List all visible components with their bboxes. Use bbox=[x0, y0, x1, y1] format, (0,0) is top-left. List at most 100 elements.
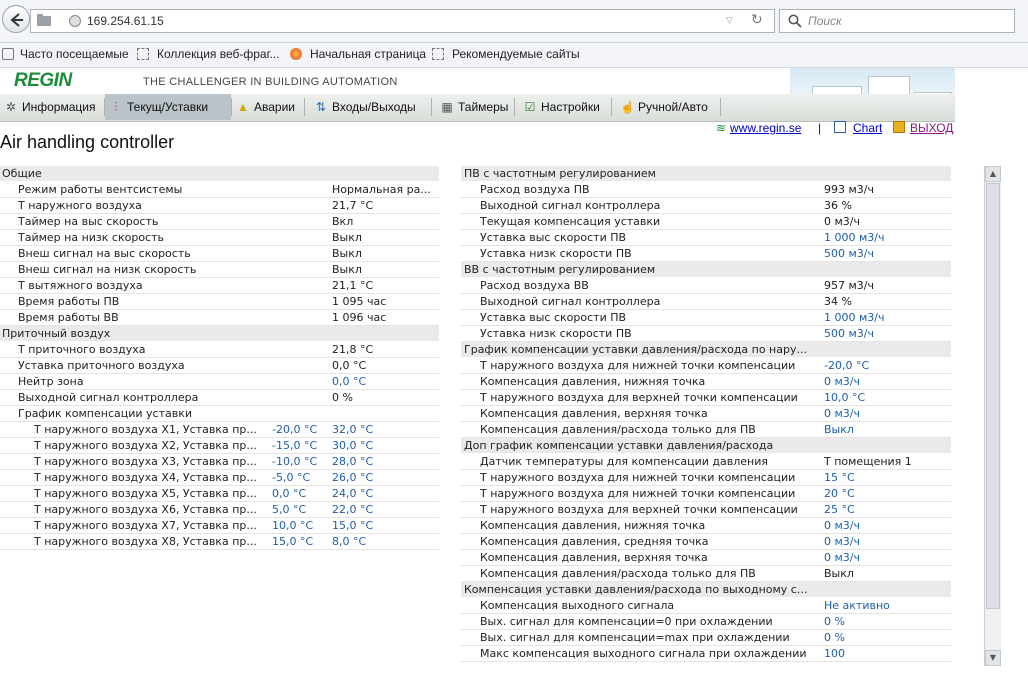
nav-label: Входы/Выходы bbox=[332, 100, 416, 114]
nav-io[interactable]: ⇅ Входы/Выходы bbox=[310, 94, 430, 120]
table-row[interactable]: Компенсация давления, средняя точка 0 м3/… bbox=[461, 534, 951, 550]
curve-y-value[interactable]: 15,0 °C bbox=[332, 519, 373, 532]
table-row[interactable]: Т наружного воздуха для верхней точки ко… bbox=[461, 390, 951, 406]
table-row: Время работы ПВ 1 095 час bbox=[0, 294, 439, 310]
section-title: Компенсация уставки давления/расхода по … bbox=[464, 583, 808, 596]
nav-current-setpoints[interactable]: ⫶ Текущ/Уставки bbox=[105, 94, 231, 120]
table-row[interactable]: Нейтр зона 0,0 °C bbox=[0, 374, 439, 390]
bookmark-frequent[interactable]: Часто посещаемые bbox=[20, 47, 129, 61]
reload-icon[interactable]: ↻ bbox=[751, 12, 763, 28]
table-row[interactable]: Компенсация выходного сигнала Не активно bbox=[461, 598, 951, 614]
curve-y-value[interactable]: 24,0 °C bbox=[332, 487, 373, 500]
row-value[interactable]: 100 bbox=[824, 647, 845, 660]
curve-x-value[interactable]: -20,0 °C bbox=[272, 423, 317, 436]
table-row[interactable]: Т наружного воздуха для нижней точки ком… bbox=[461, 358, 951, 374]
row-value[interactable]: 15 °C bbox=[824, 471, 855, 484]
table-row[interactable]: Компенсация давления, нижняя точка 0 м3/ч bbox=[461, 374, 951, 390]
curve-y-value[interactable]: 30,0 °C bbox=[332, 439, 373, 452]
table-row[interactable]: Уставка низк скорости ПВ 500 м3/ч bbox=[461, 246, 951, 262]
row-value[interactable]: 20 °C bbox=[824, 487, 855, 500]
scroll-thumb[interactable] bbox=[986, 183, 1000, 609]
table-row[interactable]: Т наружного воздуха для верхней точки ко… bbox=[461, 502, 951, 518]
regin-site-link[interactable]: www.regin.se bbox=[730, 121, 801, 135]
table-row[interactable]: Компенсация давления, верхняя точка 0 м3/… bbox=[461, 550, 951, 566]
link-separator: | bbox=[818, 121, 822, 135]
curve-y-value[interactable]: 22,0 °C bbox=[332, 503, 373, 516]
row-label: Время работы ПВ bbox=[18, 295, 120, 308]
row-label: Выходной сигнал контроллера bbox=[480, 199, 661, 212]
table-row[interactable]: Компенсация давления, верхняя точка 0 м3/… bbox=[461, 406, 951, 422]
row-value[interactable]: 1 000 м3/ч bbox=[824, 311, 885, 324]
scrollbar[interactable]: ▲ ▼ bbox=[984, 166, 1001, 666]
curve-y-value[interactable]: 32,0 °C bbox=[332, 423, 373, 436]
table-row[interactable]: Уставка низк скорости ПВ 500 м3/ч bbox=[461, 326, 951, 342]
nav-timers[interactable]: ▦ Таймеры bbox=[436, 94, 514, 120]
table-row[interactable]: Т наружного воздуха для нижней точки ком… bbox=[461, 470, 951, 486]
scroll-up-icon[interactable]: ▲ bbox=[985, 166, 1001, 182]
table-row[interactable]: Компенсация давления, нижняя точка 0 м3/ч bbox=[461, 518, 951, 534]
logout-link[interactable]: ВЫХОД bbox=[910, 121, 953, 135]
nav-info[interactable]: ✲ Информация bbox=[0, 94, 104, 120]
curve-x-value[interactable]: 5,0 °C bbox=[272, 503, 306, 516]
row-value[interactable]: -20,0 °C bbox=[824, 359, 869, 372]
curve-x-value[interactable]: -10,0 °C bbox=[272, 455, 317, 468]
row-value[interactable]: 500 м3/ч bbox=[824, 327, 874, 340]
row-value: 0 м3/ч bbox=[824, 215, 860, 228]
curve-x-value[interactable]: -5,0 °C bbox=[272, 471, 310, 484]
nav-settings[interactable]: ☑ Настройки bbox=[519, 94, 611, 120]
row-value: Выкл bbox=[332, 247, 362, 260]
row-value[interactable]: 500 м3/ч bbox=[824, 247, 874, 260]
table-row[interactable]: Компенсация давления/расхода только для … bbox=[461, 422, 951, 438]
chart-link[interactable]: Chart bbox=[853, 121, 882, 135]
row-label: Т приточного воздуха bbox=[18, 343, 146, 356]
curve-y-value[interactable]: 26,0 °C bbox=[332, 471, 373, 484]
table-row: Т вытяжного воздуха 21,1 °C bbox=[0, 278, 439, 294]
row-label: Таймер на выс скорость bbox=[18, 215, 159, 228]
table-row: Режим работы вентсистемы Нормальная ра... bbox=[0, 182, 439, 198]
address-bar[interactable]: 169.254.61.15 ▽ ↻ bbox=[30, 9, 775, 33]
curve-x-value[interactable]: 15,0 °C bbox=[272, 535, 313, 548]
bookmark-webslices[interactable]: Коллекция веб-фраг... bbox=[157, 47, 280, 61]
url-text[interactable]: 169.254.61.15 bbox=[87, 14, 164, 28]
table-row[interactable]: Уставка выс скорости ПВ 1 000 м3/ч bbox=[461, 310, 951, 326]
row-value[interactable]: 0 м3/ч bbox=[824, 551, 860, 564]
row-value[interactable]: 0 м3/ч bbox=[824, 407, 860, 420]
table-row[interactable]: Вых. сигнал для компенсации=max при охла… bbox=[461, 630, 951, 646]
row-value[interactable]: 0 % bbox=[824, 631, 845, 644]
row-value[interactable]: 0,0 °C bbox=[332, 375, 366, 388]
bookmark-recommended[interactable]: Рекомендуемые сайты bbox=[452, 47, 580, 61]
search-input[interactable]: Поиск bbox=[779, 9, 1015, 33]
table-row[interactable]: Вых. сигнал для компенсации=0 при охлажд… bbox=[461, 614, 951, 630]
section-title: ВВ с частотным регулированием bbox=[464, 263, 656, 276]
curve-x-value[interactable]: 0,0 °C bbox=[272, 487, 306, 500]
scroll-down-icon[interactable]: ▼ bbox=[985, 650, 1001, 666]
row-value[interactable]: 10,0 °C bbox=[824, 391, 865, 404]
back-button[interactable] bbox=[2, 5, 30, 33]
curve-x-value[interactable]: -15,0 °C bbox=[272, 439, 317, 452]
search-icon bbox=[788, 14, 802, 28]
table-row[interactable]: Т наружного воздуха для нижней точки ком… bbox=[461, 486, 951, 502]
row-value[interactable]: Выкл bbox=[824, 423, 854, 436]
curve-y-value[interactable]: 28,0 °C bbox=[332, 455, 373, 468]
nav-alarms[interactable]: ▲ Аварии bbox=[232, 94, 304, 120]
thermometer-icon: ⫶ bbox=[114, 100, 118, 114]
chevron-down-icon[interactable]: ▽ bbox=[726, 16, 733, 26]
row-value[interactable]: 1 000 м3/ч bbox=[824, 231, 885, 244]
row-value: Вкл bbox=[332, 215, 354, 228]
row-label: Компенсация давления/расхода только для … bbox=[480, 567, 756, 580]
curve-x-value[interactable]: 10,0 °C bbox=[272, 519, 313, 532]
row-value[interactable]: 0 м3/ч bbox=[824, 375, 860, 388]
table-row[interactable]: Уставка выс скорости ПВ 1 000 м3/ч bbox=[461, 230, 951, 246]
row-value[interactable]: 0 % bbox=[824, 615, 845, 628]
table-row[interactable]: Макс компенсация выходного сигнала при о… bbox=[461, 646, 951, 662]
row-value[interactable]: 0 м3/ч bbox=[824, 519, 860, 532]
curve-y-value[interactable]: 8,0 °C bbox=[332, 535, 366, 548]
nav-manual-auto[interactable]: ☝ Ручной/Авто bbox=[616, 94, 720, 120]
bookmark-homepage[interactable]: Начальная страница bbox=[310, 47, 426, 61]
row-value[interactable]: 0 м3/ч bbox=[824, 535, 860, 548]
row-value[interactable]: Не активно bbox=[824, 599, 890, 612]
hand-icon: ☝ bbox=[620, 100, 635, 114]
bookmark-icon bbox=[137, 48, 149, 60]
row-value[interactable]: 25 °C bbox=[824, 503, 855, 516]
row-label: Макс компенсация выходного сигнала при о… bbox=[480, 647, 807, 660]
